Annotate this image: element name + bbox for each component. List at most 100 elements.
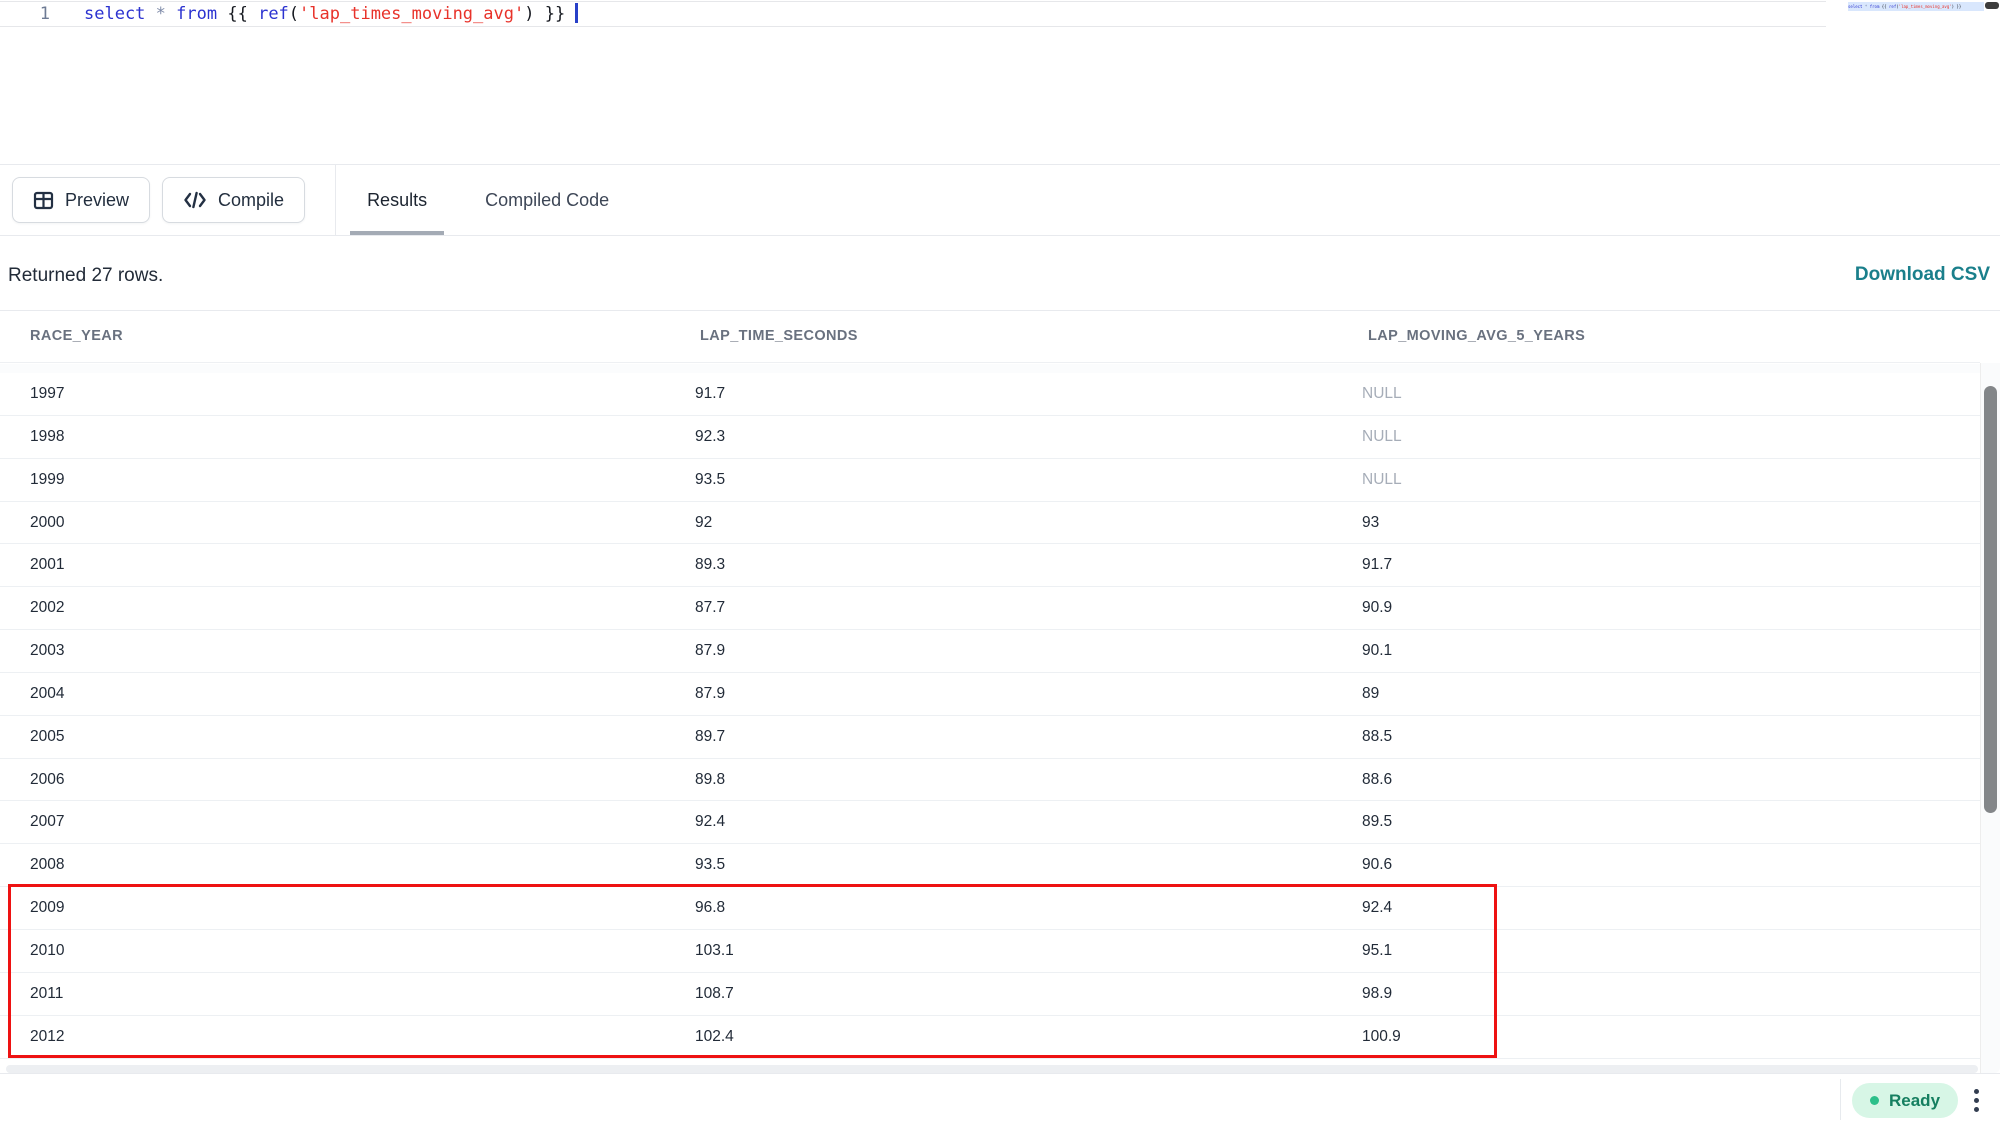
table-cell: 87.9 [695, 630, 725, 672]
results-meta: Returned 27 rows. Download CSV [0, 236, 2000, 310]
table-cell: 95.1 [1362, 930, 1392, 972]
editor-minimap[interactable]: select * from {{ ref('lap_times_moving_a… [1848, 0, 1984, 160]
results-toolbar: Preview Compile Results Compiled Code [0, 164, 2000, 236]
compile-button-label: Compile [218, 190, 284, 211]
table-scrollbar-thumb[interactable] [1984, 386, 1997, 813]
table-cell: 96.8 [695, 887, 725, 929]
kebab-dot-icon [1974, 1098, 1979, 1103]
table-cell: NULL [1362, 416, 1402, 458]
table-row: 1999 93.5 NULL [0, 459, 1980, 502]
table-cell: 108.7 [695, 973, 734, 1015]
editor-scrollbar[interactable] [1984, 0, 2000, 164]
table-row: 2004 87.9 89 [0, 673, 1980, 716]
table-row: 200893.590.6 [0, 844, 1980, 887]
table-cell: 91.7 [695, 373, 725, 415]
table-row: 2002 87.7 90.9 [0, 587, 1980, 630]
sql-editor[interactable]: 1 select * from {{ ref('lap_times_moving… [0, 0, 2000, 164]
table-cell: 2000 [30, 502, 64, 544]
table-row: 2009 96.8 92.4 [0, 887, 1980, 930]
table-header-row: RACE_YEAR LAP_TIME_SECONDS LAP_MOVING_AV… [0, 311, 1980, 363]
table-row: 200589.788.5 [0, 716, 1980, 759]
table-cell: 90.9 [1362, 587, 1392, 629]
table-cell: 103.1 [695, 930, 734, 972]
preview-button[interactable]: Preview [12, 177, 150, 223]
table-cell: 92 [695, 502, 712, 544]
table-cell: 102.4 [695, 1016, 734, 1058]
results-tabs: Results Compiled Code [350, 164, 626, 236]
minimap-active-line: select * from {{ ref('lap_times_moving_a… [1848, 2, 1984, 11]
table-row: 20009293 [0, 502, 1980, 545]
tab-compiled-code[interactable]: Compiled Code [468, 164, 626, 236]
tab-results-label: Results [367, 190, 427, 211]
table-cell: 1998 [30, 416, 64, 458]
table-bottom-strip [6, 1065, 1978, 1073]
preview-button-label: Preview [65, 190, 129, 211]
table-cell: 98.9 [1362, 973, 1392, 1015]
table-scrollbar[interactable] [1980, 363, 2000, 1073]
table-row: 2012 102.4 100.9 [0, 1016, 1980, 1059]
table-cell: NULL [1362, 373, 1402, 415]
table-cell: 90.1 [1362, 630, 1392, 672]
download-csv-link[interactable]: Download CSV [1855, 264, 1990, 286]
kebab-dot-icon [1974, 1107, 1979, 1112]
kebab-menu-button[interactable] [1966, 1085, 1986, 1115]
table-cell: 87.7 [695, 587, 725, 629]
line-number: 1 [24, 4, 50, 24]
row-count-summary: Returned 27 rows. [8, 265, 163, 287]
editor-scrollbar-thumb[interactable] [1985, 2, 1999, 9]
table-cell: 91.7 [1362, 544, 1392, 586]
table-cell: 2012 [30, 1016, 64, 1058]
table-grid-icon [33, 190, 54, 211]
table-cell: 92.4 [1362, 887, 1392, 929]
table-row: 200689.888.6 [0, 759, 1980, 802]
status-label: Ready [1889, 1091, 1940, 1111]
status-badge: Ready [1852, 1083, 1958, 1118]
table-scroll-gap [0, 364, 1980, 373]
tab-compiled-code-label: Compiled Code [485, 190, 609, 211]
text-cursor [575, 3, 578, 23]
status-divider [1840, 1079, 1841, 1120]
table-row: 2003 87.9 90.1 [0, 630, 1980, 673]
table-cell: 89.8 [695, 759, 725, 801]
table-cell: 1997 [30, 373, 64, 415]
table-cell: 89 [1362, 673, 1379, 715]
table-cell: 87.9 [695, 673, 725, 715]
table-row: 1997 91.7 NULL [0, 373, 1980, 416]
table-cell: 2004 [30, 673, 64, 715]
compile-button[interactable]: Compile [162, 177, 305, 223]
table-cell: 93.5 [695, 459, 725, 501]
table-body: 1997 91.7 NULL 1998 92.3 NULL 1999 93.5 NULL 2000… [0, 373, 1980, 1059]
table-cell: 2011 [30, 973, 63, 1015]
table-row: 2007 92.4 89.5 [0, 801, 1980, 844]
table-cell: 93.5 [695, 844, 725, 886]
table-row: 2011 108.7 98.9 [0, 973, 1980, 1016]
minimap-code: select * from {{ ref('lap_times_moving_a… [1848, 4, 1961, 9]
table-cell: NULL [1362, 459, 1402, 501]
table-cell: 2010 [30, 930, 64, 972]
table-cell: 88.5 [1362, 716, 1392, 758]
table-cell: 92.4 [695, 801, 725, 843]
table-cell: 89.5 [1362, 801, 1392, 843]
table-cell: 2009 [30, 887, 64, 929]
toolbar-divider [335, 164, 336, 236]
table-cell: 2007 [30, 801, 64, 843]
table-cell: 89.3 [695, 544, 725, 586]
code-line[interactable]: select * from {{ ref('lap_times_moving_a… [84, 4, 578, 24]
table-cell: 2003 [30, 630, 64, 672]
column-header-race-year: RACE_YEAR [30, 328, 123, 344]
column-header-lap-moving-avg: LAP_MOVING_AVG_5_YEARS [1368, 328, 1585, 344]
table-cell: 92.3 [695, 416, 725, 458]
ide-screen: 1 select * from {{ ref('lap_times_moving… [0, 0, 2000, 1124]
table-row: 200189.391.7 [0, 544, 1980, 587]
table-cell: 1999 [30, 459, 64, 501]
table-cell: 100.9 [1362, 1016, 1401, 1058]
table-cell: 88.6 [1362, 759, 1392, 801]
table-cell: 2002 [30, 587, 64, 629]
code-tokens: select * from {{ ref('lap_times_moving_a… [84, 4, 565, 24]
table-cell: 2005 [30, 716, 64, 758]
status-dot-icon [1870, 1096, 1879, 1105]
table-row: 2010 103.1 95.1 [0, 930, 1980, 973]
kebab-dot-icon [1974, 1089, 1979, 1094]
results-table: RACE_YEAR LAP_TIME_SECONDS LAP_MOVING_AV… [0, 310, 2000, 1072]
tab-results[interactable]: Results [350, 164, 444, 236]
